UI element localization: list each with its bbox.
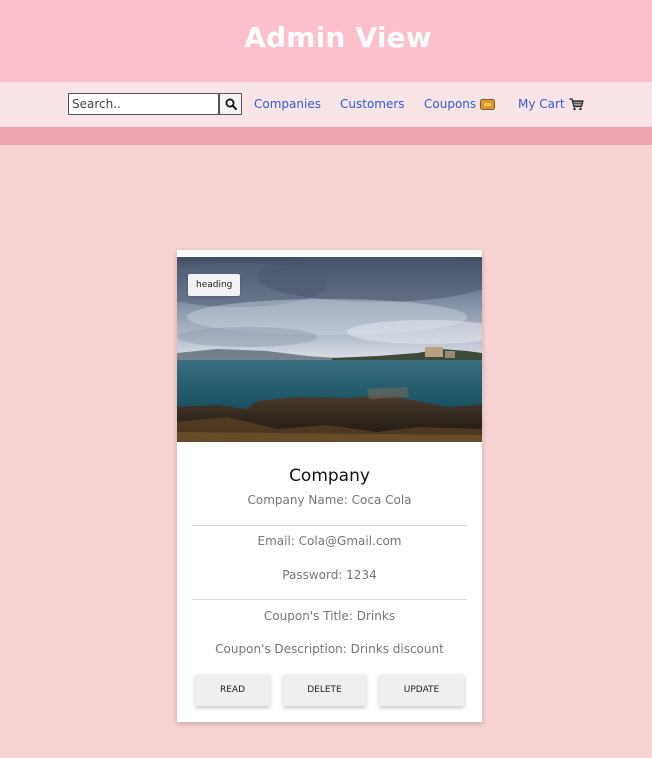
nav-link-label: Companies	[254, 97, 321, 111]
card-title: Company	[289, 466, 370, 486]
company-card: heading Company Company Name: Coca Cola …	[177, 250, 482, 722]
ticket-icon	[480, 98, 496, 110]
search-input[interactable]	[68, 93, 219, 115]
search-icon	[225, 98, 237, 110]
navbar-stripe	[0, 127, 652, 145]
coupon-description-text: Coupon's Description: Drinks discount	[215, 642, 444, 656]
email-text: Email: Cola@Gmail.com	[257, 534, 402, 548]
divider	[192, 599, 467, 600]
read-button[interactable]: READ	[195, 674, 270, 706]
update-button[interactable]: UPDATE	[379, 674, 464, 706]
header-bar: Admin View	[0, 0, 652, 82]
password-text: Password: 1234	[282, 568, 377, 582]
company-name-text: Company Name: Coca Cola	[247, 493, 412, 507]
coupon-title-text: Coupon's Title: Drinks	[263, 609, 396, 623]
divider	[192, 525, 467, 526]
page-title: Admin View	[244, 20, 432, 54]
nav-link-my-cart[interactable]: My Cart	[518, 97, 584, 111]
delete-button[interactable]: DELETE	[283, 674, 366, 706]
nav-link-label: Customers	[340, 97, 405, 111]
heading-badge: heading	[188, 274, 241, 296]
nav-link-customers[interactable]: Customers	[340, 97, 405, 111]
nav-link-label: Coupons	[424, 97, 477, 111]
search-button[interactable]	[219, 93, 242, 115]
nav-link-coupons[interactable]: Coupons	[424, 97, 496, 111]
nav-link-companies[interactable]: Companies	[254, 97, 321, 111]
nav-link-label: My Cart	[518, 97, 565, 111]
cart-icon	[569, 97, 584, 110]
